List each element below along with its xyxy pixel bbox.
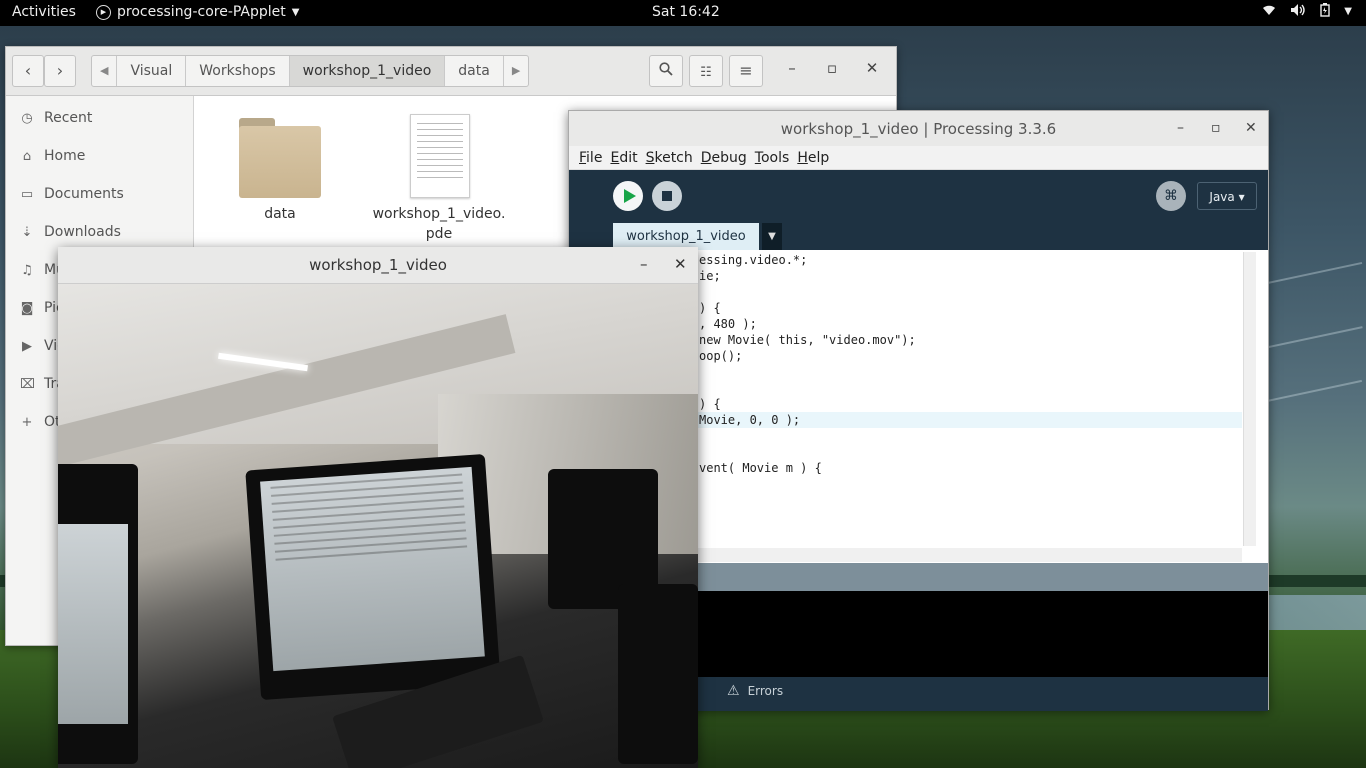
menu-button[interactable]: ≡ (729, 55, 763, 87)
code-line: , 480 ); (699, 317, 757, 331)
search-button[interactable] (649, 55, 683, 87)
top-bar: Activities ▶ processing-core-PApplet ▼ S… (0, 0, 1366, 26)
volume-icon (1290, 3, 1306, 21)
files-header-bar: ‹ › ◀ Visual Workshops workshop_1_video … (6, 47, 896, 96)
download-icon: ⇣ (21, 224, 33, 240)
errors-label: Errors (747, 684, 784, 698)
clock[interactable]: Sat 16:42 (652, 4, 720, 20)
sketch-window: workshop_1_video – ✕ (58, 247, 698, 768)
debugger-icon[interactable]: ⌘ (1156, 181, 1186, 211)
breadcrumb-item[interactable]: Visual (117, 56, 187, 86)
sidebar-item-label: Documents (44, 186, 124, 202)
menu-debug[interactable]: Debug (701, 146, 747, 169)
sketch-titlebar: workshop_1_video – ✕ (58, 247, 698, 284)
search-icon (659, 61, 673, 80)
code-text: essing.video.*; ie; ) { , 480 ); new Mov… (699, 252, 916, 476)
folder-icon (239, 118, 321, 198)
menu-edit[interactable]: Edit (610, 146, 637, 169)
menu-file[interactable]: File (579, 146, 602, 169)
back-button[interactable]: ‹ (12, 55, 44, 87)
trash-icon: ⌧ (20, 376, 35, 392)
code-line: vent( Movie m ) { (699, 461, 822, 475)
app-menu-label: processing-core-PApplet (117, 4, 286, 20)
stop-button[interactable] (652, 181, 682, 211)
sidebar-item-home[interactable]: ⌂ Home (6, 137, 193, 175)
chevron-down-icon: ▼ (291, 6, 300, 18)
camera-icon: ◙ (20, 300, 34, 316)
text-file-icon (410, 114, 470, 198)
breadcrumb-scroll-left[interactable]: ◀ (92, 56, 118, 86)
hamburger-icon: ≡ (739, 61, 753, 80)
menu-sketch[interactable]: Sketch (646, 146, 693, 169)
breadcrumb-item-current[interactable]: workshop_1_video (289, 56, 446, 86)
video-icon: ▶ (22, 338, 32, 354)
sidebar-item-documents[interactable]: ▭ Documents (6, 175, 193, 213)
tab-menu-arrow[interactable]: ▼ (762, 223, 782, 250)
breadcrumb: ◀ Visual Workshops workshop_1_video data… (91, 55, 530, 87)
ide-menubar: File Edit Sketch Debug Tools Help (569, 146, 1268, 170)
code-line: Movie, 0, 0 ); (699, 413, 801, 427)
editor-vertical-scrollbar[interactable] (1243, 252, 1256, 546)
list-view-icon: ☷ (700, 65, 712, 80)
breadcrumb-item[interactable]: data (445, 56, 504, 86)
music-icon: ♫ (21, 262, 33, 278)
plus-icon: + (21, 414, 33, 430)
minimize-button[interactable]: – (782, 59, 802, 77)
home-icon: ⌂ (22, 148, 32, 164)
minimize-button[interactable]: – (640, 255, 648, 273)
minimize-button[interactable]: – (1177, 120, 1184, 136)
ide-title: workshop_1_video | Processing 3.3.6 (780, 120, 1057, 138)
sidebar-item-recent[interactable]: ◷ Recent (6, 99, 193, 137)
battery-icon (1320, 3, 1330, 21)
chevron-right-icon: › (56, 61, 64, 80)
menu-help[interactable]: Help (797, 146, 829, 169)
code-line: ) { (699, 397, 721, 411)
sketch-title: workshop_1_video (309, 256, 447, 274)
code-line: new Movie( this, "video.mov"); (699, 333, 916, 347)
documents-icon: ▭ (20, 186, 34, 202)
forward-button[interactable]: › (44, 55, 76, 87)
video-frame (58, 284, 698, 768)
app-icon: ▶ (96, 4, 111, 20)
sidebar-item-label: Recent (44, 110, 93, 126)
errors-tab[interactable]: ⚠ Errors (715, 677, 805, 705)
app-menu[interactable]: ▶ processing-core-PApplet ▼ (96, 4, 299, 20)
sidebar-item-downloads[interactable]: ⇣ Downloads (6, 213, 193, 251)
maximize-button[interactable]: ▫ (1211, 120, 1221, 136)
sidebar-item-label: Downloads (44, 224, 121, 240)
mode-selector[interactable]: Java ▾ (1197, 182, 1257, 210)
close-button[interactable]: ✕ (674, 255, 687, 273)
breadcrumb-item[interactable]: Workshops (186, 56, 290, 86)
sidebar-item-label: Home (44, 148, 86, 164)
chevron-left-icon: ‹ (24, 61, 32, 80)
activities-button[interactable]: Activities (12, 4, 76, 20)
code-line: essing.video.*; (699, 253, 808, 267)
menu-tools[interactable]: Tools (755, 146, 790, 169)
warning-icon: ⚠ (727, 683, 740, 699)
system-tray[interactable]: ▼ (1262, 3, 1352, 21)
breadcrumb-scroll-right[interactable]: ▶ (504, 56, 528, 86)
ide-toolbar: ⌘ Java ▾ workshop_1_video ▼ (569, 170, 1268, 250)
maximize-button[interactable]: ▫ (822, 59, 842, 77)
item-name: data (264, 206, 296, 222)
view-toggle-button[interactable]: ☷ (689, 55, 723, 87)
item-name: workshop_1_video. (372, 206, 506, 222)
code-line: ) { (699, 301, 721, 315)
wifi-icon (1262, 3, 1276, 21)
clock-icon: ◷ (21, 110, 33, 126)
code-line: ie; (699, 269, 721, 283)
run-button[interactable] (613, 181, 643, 211)
sketch-tab[interactable]: workshop_1_video (613, 223, 759, 250)
ide-titlebar: workshop_1_video | Processing 3.3.6 – ▫ … (569, 111, 1268, 147)
item-name-ext: pde (425, 226, 453, 242)
chevron-down-icon: ▼ (1344, 6, 1352, 17)
code-line: oop(); (699, 349, 743, 363)
close-button[interactable]: ✕ (1245, 120, 1257, 136)
close-button[interactable]: ✕ (862, 59, 882, 77)
